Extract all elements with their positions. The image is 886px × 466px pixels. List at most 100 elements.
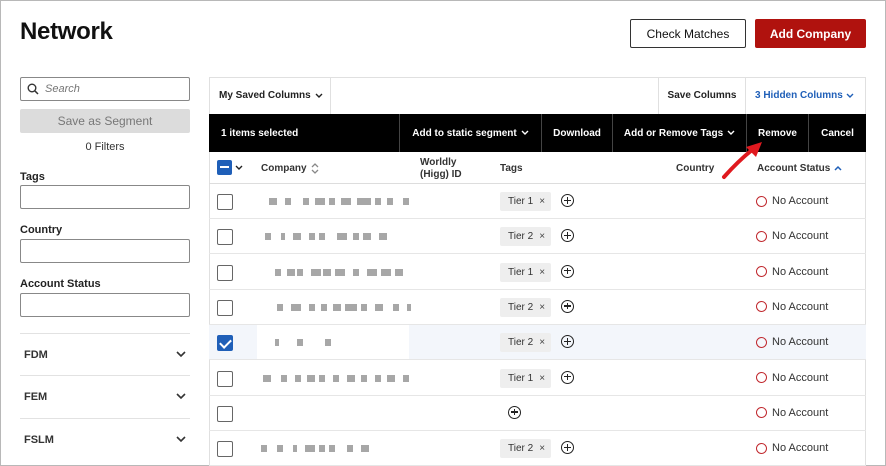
table-row[interactable]: Tier 2 × No Account (209, 289, 866, 325)
row-checkbox[interactable] (217, 264, 233, 281)
status-circle-icon (756, 301, 767, 313)
redaction-block (367, 268, 377, 276)
add-tag-icon[interactable] (561, 229, 574, 243)
remove-tag-icon[interactable]: × (539, 302, 545, 313)
status-text: No Account (772, 265, 829, 278)
save-as-segment-button[interactable]: Save as Segment (20, 109, 190, 133)
company-name-redacted[interactable] (257, 219, 409, 254)
add-to-static-segment-label: Add to static segment (412, 127, 517, 139)
row-checkbox[interactable] (217, 335, 233, 352)
accordion-fem[interactable]: FEM (20, 375, 190, 417)
redaction-block (309, 303, 315, 311)
add-tag-icon[interactable] (561, 264, 574, 278)
remove-tag-icon[interactable]: × (539, 196, 545, 207)
add-tag-icon[interactable] (561, 335, 574, 349)
remove-tag-icon[interactable]: × (539, 373, 545, 384)
row-checkbox[interactable] (217, 229, 233, 246)
table-row[interactable]: Tier 2 × No Account (209, 325, 866, 361)
company-name-redacted[interactable] (257, 360, 409, 395)
select-all-checkbox[interactable] (217, 160, 232, 175)
company-name-redacted[interactable] (257, 254, 409, 289)
chevron-down-icon (176, 351, 186, 358)
row-checkbox[interactable] (217, 370, 233, 387)
table-row[interactable]: No Account (209, 395, 866, 431)
row-checkbox[interactable] (217, 441, 233, 458)
column-company[interactable]: Company (261, 152, 319, 184)
redaction-block (361, 374, 367, 382)
search-icon (27, 83, 39, 95)
column-tags[interactable]: Tags (500, 152, 523, 184)
redaction-block (291, 303, 301, 311)
accordion-fdm[interactable]: FDM (20, 333, 190, 375)
status-circle-icon (756, 336, 767, 348)
redaction-block (319, 445, 325, 453)
table-row[interactable]: Tier 1 × No Account (209, 360, 866, 396)
tag-chip: Tier 1 × (500, 262, 552, 282)
chevron-down-icon (176, 436, 186, 443)
table-row[interactable]: Tier 2 × No Account (209, 431, 866, 466)
add-tag-icon[interactable] (508, 405, 521, 419)
status-text: No Account (772, 406, 829, 419)
save-columns-button[interactable]: Save Columns (658, 77, 746, 114)
account-status: No Account (756, 290, 828, 324)
add-tag-icon[interactable] (561, 194, 574, 207)
hidden-columns-dropdown[interactable]: 3 Hidden Columns (755, 77, 866, 114)
saved-columns-label: My Saved Columns (219, 90, 311, 101)
redaction-block (303, 198, 309, 205)
redaction-block (325, 339, 331, 347)
company-name-redacted[interactable] (257, 431, 409, 466)
redaction-block (357, 198, 371, 205)
row-checkbox[interactable] (217, 299, 233, 316)
table-row[interactable]: Tier 1 × No Account (209, 184, 866, 219)
redaction-block (319, 233, 325, 241)
add-tag-icon[interactable] (561, 299, 574, 313)
redaction-block (361, 303, 367, 311)
company-name-redacted[interactable] (257, 289, 411, 324)
company-name-redacted[interactable] (257, 184, 409, 218)
company-name-redacted[interactable] (257, 325, 409, 360)
add-to-static-segment-button[interactable]: Add to static segment (400, 114, 541, 152)
table-row[interactable]: Tier 2 × No Account (209, 219, 866, 255)
account-status-input[interactable] (20, 293, 190, 317)
redaction-block (333, 303, 341, 311)
column-country[interactable]: Country (676, 152, 714, 184)
status-circle-icon (756, 407, 767, 419)
country-input[interactable] (20, 239, 190, 263)
add-remove-tags-label: Add or Remove Tags (623, 127, 724, 139)
status-circle-icon (756, 266, 767, 278)
remove-tag-icon[interactable]: × (539, 337, 545, 348)
remove-tag-icon[interactable]: × (539, 443, 545, 454)
check-matches-button[interactable]: Check Matches (630, 19, 746, 48)
status-text: No Account (772, 371, 829, 384)
row-checkbox[interactable] (217, 194, 233, 210)
row-checkbox[interactable] (217, 405, 233, 422)
redaction-block (329, 198, 335, 205)
search-input[interactable] (45, 83, 185, 95)
bulk-action-bar: 1 items selected Add to static segment D… (209, 114, 866, 152)
search-box[interactable] (20, 77, 190, 101)
company-name-redacted[interactable] (257, 395, 409, 430)
annotation-arrow-icon (722, 142, 762, 179)
table-row[interactable]: Tier 1 × No Account (209, 254, 866, 290)
redaction-block (297, 268, 303, 276)
download-button[interactable]: Download (542, 114, 612, 152)
chevron-down-icon[interactable] (235, 165, 243, 171)
column-account-status[interactable]: Account Status (757, 152, 842, 184)
cancel-button[interactable]: Cancel (809, 114, 866, 152)
add-company-button[interactable]: Add Company (755, 19, 866, 48)
remove-tag-icon[interactable]: × (539, 231, 545, 242)
chevron-down-icon (176, 393, 186, 400)
account-status: No Account (756, 255, 828, 289)
saved-columns-dropdown[interactable]: My Saved Columns (209, 77, 331, 114)
redaction-block (381, 268, 391, 276)
tags-input[interactable] (20, 185, 190, 209)
column-worldly-id[interactable]: Worldly (Higg) ID (420, 152, 462, 184)
accordion-fslm[interactable]: FSLM (20, 418, 190, 460)
tag-label: Tier 2 (508, 443, 534, 455)
add-tag-icon[interactable] (561, 370, 574, 384)
add-tag-icon[interactable] (561, 441, 574, 455)
tag-chip: Tier 1 × (500, 368, 552, 388)
redaction-block (263, 374, 271, 382)
remove-tag-icon[interactable]: × (539, 267, 545, 278)
redaction-block (353, 268, 359, 276)
